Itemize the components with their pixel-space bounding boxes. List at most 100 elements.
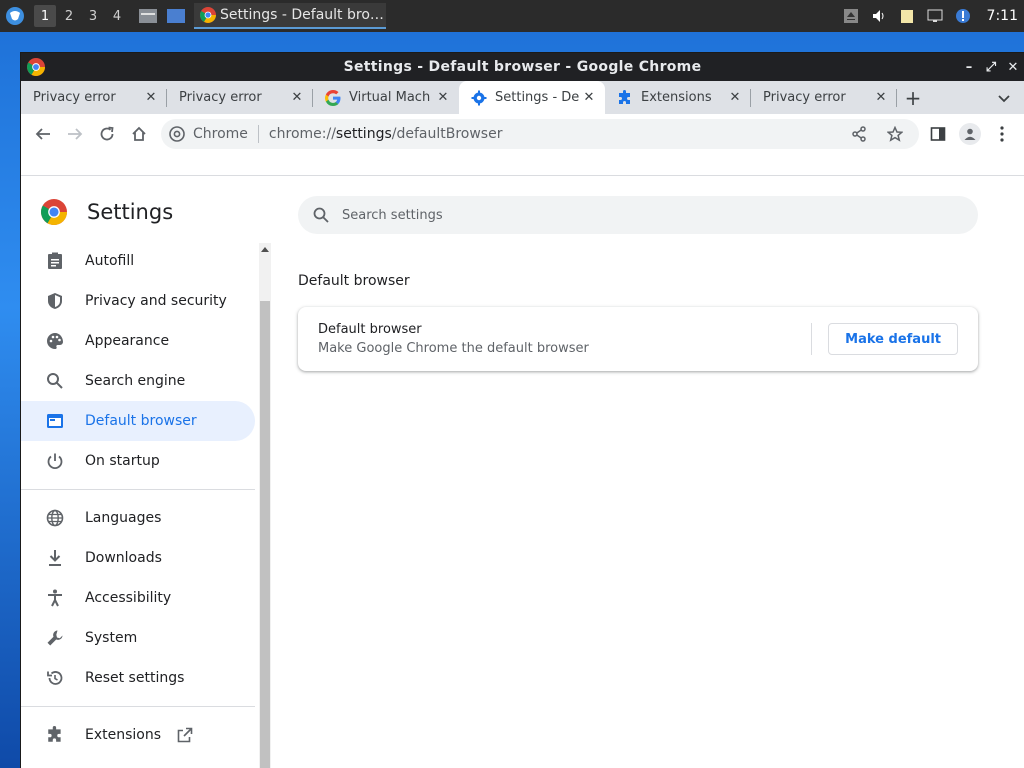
default-browser-card: Default browser Make Google Chrome the d… [298,307,978,371]
page-title: Settings [87,200,174,224]
eject-icon[interactable] [843,8,859,24]
share-icon [852,126,866,142]
clock: 7:11 [986,8,1018,24]
gear-icon [471,90,487,105]
taskbar-task-label: Settings - Default bro… [220,7,384,23]
close-icon[interactable]: ✕ [1006,60,1020,75]
sidebar-item-extensions[interactable]: Extensions [21,715,255,755]
sidebar-item-privacy[interactable]: Privacy and security [21,281,255,321]
chrome-window: Settings - Default browser - Google Chro… [21,53,1024,768]
power-icon [45,451,65,471]
workspace-4[interactable]: 4 [106,5,128,27]
new-tab-button[interactable]: + [897,81,929,114]
chrome-icon [27,58,45,76]
globe-icon [45,508,65,528]
sidebar-item-on-startup[interactable]: On startup [21,441,255,481]
window-title: Settings - Default browser - Google Chro… [343,59,702,75]
reload-button[interactable] [91,118,123,150]
sidebar-item-accessibility[interactable]: Accessibility [21,578,255,618]
scrollbar-thumb[interactable] [260,301,270,768]
tab-title: Extensions [641,90,712,105]
sidebar-item-default-browser[interactable]: Default browser [21,401,255,441]
chrome-logo-icon [41,199,67,225]
workspace-1[interactable]: 1 [34,5,56,27]
chrome-icon [200,7,216,23]
tab-strip: Privacy error ✕ Privacy error ✕ Virtual … [21,81,1024,114]
home-icon [132,126,146,141]
palette-icon [45,331,65,351]
sidebar-item-label: Search engine [85,373,186,389]
card-secondary-text: Make Google Chrome the default browser [318,341,589,356]
profile-button[interactable] [954,118,986,150]
sidebar-item-label: On startup [85,453,160,469]
workspace-3[interactable]: 3 [82,5,104,27]
tab-close-icon[interactable]: ✕ [873,90,889,106]
tab-privacy-error-3[interactable]: Privacy error ✕ [751,81,897,114]
tab-extensions[interactable]: Extensions ✕ [605,81,751,114]
sidebar-item-languages[interactable]: Languages [21,498,255,538]
tab-privacy-error-2[interactable]: Privacy error ✕ [167,81,313,114]
start-menu-icon[interactable] [4,5,26,27]
wrench-icon [45,628,65,648]
minimize-icon[interactable]: – [962,60,976,75]
sidebar-item-appearance[interactable]: Appearance [21,321,255,361]
sidebar-item-autofill[interactable]: Autofill [21,241,255,281]
tab-title: Privacy error [33,90,116,105]
home-button[interactable] [123,118,155,150]
browser-toolbar: Chrome chrome://settings/defaultBrowser [21,114,1024,154]
search-settings-field[interactable] [298,196,978,234]
reload-icon [100,126,114,141]
scroll-up-arrow-icon[interactable] [259,243,271,255]
sidebar-item-downloads[interactable]: Downloads [21,538,255,578]
sidebar-item-label: Default browser [85,413,197,429]
arrow-right-icon [68,128,83,140]
back-button[interactable] [27,118,59,150]
menu-button[interactable] [986,118,1018,150]
volume-icon[interactable] [871,8,887,24]
window-titlebar: Settings - Default browser - Google Chro… [21,53,1024,81]
puzzle-icon [45,725,65,745]
tab-title: Privacy error [179,90,262,105]
star-icon [887,126,903,142]
address-bar[interactable]: Chrome chrome://settings/defaultBrowser [161,119,919,149]
notification-icon[interactable] [955,8,971,24]
bookmark-button[interactable] [879,118,911,150]
tab-close-icon[interactable]: ✕ [143,90,159,106]
desktop-taskbar: 1 2 3 4 Settings - Default bro… 7:11 [0,0,1024,32]
tab-close-icon[interactable]: ✕ [581,90,597,106]
avatar [959,123,981,145]
sidebar-item-label: Downloads [85,550,162,566]
sidebar-item-label: Appearance [85,333,170,349]
tab-close-icon[interactable]: ✕ [289,90,305,106]
file-manager-icon[interactable] [138,7,158,25]
share-button[interactable] [843,118,875,150]
side-panel-icon [930,127,946,141]
desktop-icon[interactable] [166,7,186,25]
network-icon[interactable] [927,8,943,24]
tab-close-icon[interactable]: ✕ [727,90,743,106]
tab-privacy-error-1[interactable]: Privacy error ✕ [21,81,167,114]
side-panel-button[interactable] [922,118,954,150]
taskbar-task-chrome[interactable]: Settings - Default bro… [194,3,386,29]
more-vert-icon [1000,126,1004,142]
sidebar-item-system[interactable]: System [21,618,255,658]
tab-settings[interactable]: Settings - De ✕ [459,81,605,114]
tab-search-button[interactable] [992,81,1016,114]
search-input[interactable] [342,207,942,223]
tab-close-icon[interactable]: ✕ [435,90,451,106]
sidebar-scrollbar[interactable] [259,243,271,768]
section-title: Default browser [298,273,410,289]
forward-button[interactable] [59,118,91,150]
settings-sidebar: Autofill Privacy and security Appearance… [21,241,259,755]
workspace-2[interactable]: 2 [58,5,80,27]
sidebar-item-reset-settings[interactable]: Reset settings [21,658,255,698]
settings-header: Settings [41,199,173,225]
tab-virtual-machine[interactable]: Virtual Mach ✕ [313,81,459,114]
make-default-button[interactable]: Make default [828,323,958,355]
person-icon [964,128,976,140]
chrome-site-icon [169,126,185,142]
sidebar-item-search-engine[interactable]: Search engine [21,361,255,401]
sidebar-item-label: System [85,630,138,646]
clipboard-tray-icon[interactable] [899,8,915,24]
maximize-icon[interactable]: ⤢ [984,60,998,75]
